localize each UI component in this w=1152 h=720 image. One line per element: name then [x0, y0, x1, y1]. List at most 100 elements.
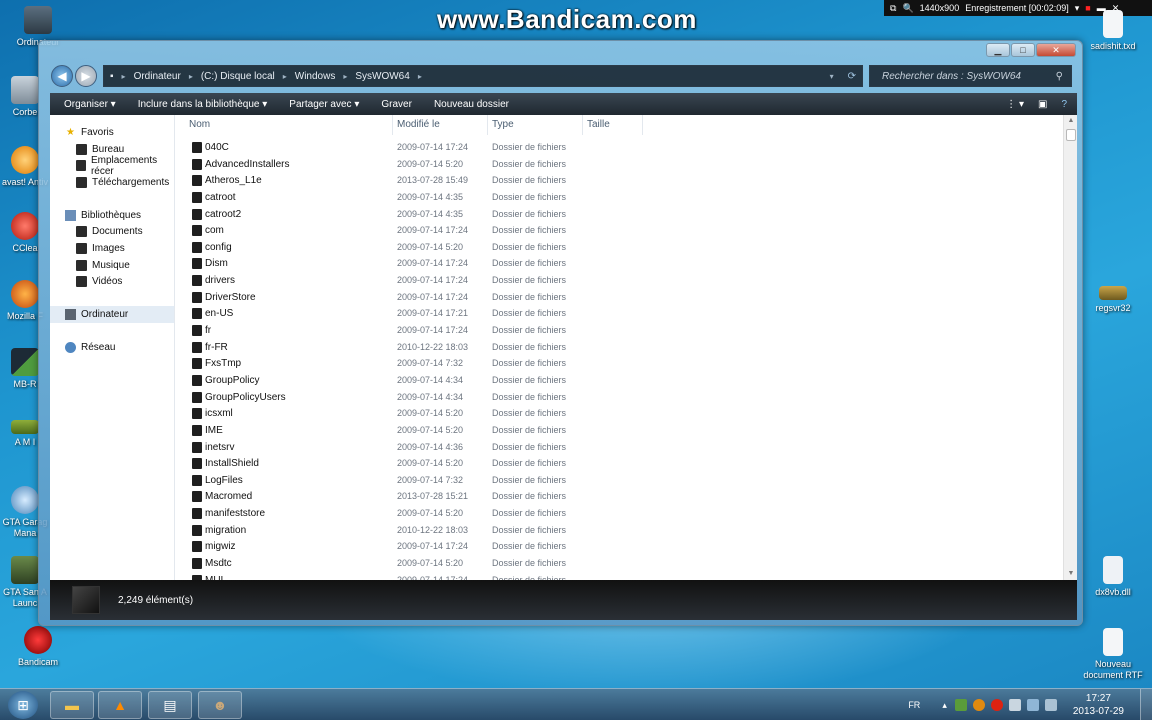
desktop-icon-sadishit[interactable]: sadishit.txd	[1078, 10, 1148, 52]
organize-button[interactable]: Organiser ▾	[64, 99, 116, 110]
address-bar[interactable]: ▪ ▸ Ordinateur ▸ (C:) Disque local ▸ Win…	[103, 65, 863, 87]
file-row[interactable]: Atheros_L1e 2013-07-28 15:49 Dossier de fi…	[175, 172, 1063, 189]
taskbar-explorer-button[interactable]: ▬	[50, 691, 94, 719]
share-button[interactable]: Partager avec ▾	[289, 99, 359, 110]
vertical-scrollbar[interactable]: ▲ ▼	[1063, 115, 1077, 580]
folder-icon	[76, 259, 87, 271]
include-library-button[interactable]: Inclure dans la bibliothèque ▾	[138, 99, 268, 110]
file-row[interactable]: GroupPolicy 2009-07-14 4:34 Dossier de fic…	[175, 372, 1063, 389]
history-dropdown-icon[interactable]: ▾	[830, 72, 834, 81]
taskbar-vlc-button[interactable]: ▲	[98, 691, 142, 719]
file-row[interactable]: fr-FR 2010-12-22 18:03 Dossier de fichiers	[175, 339, 1063, 356]
file-row[interactable]: 040C 2009-07-14 17:24 Dossier de fichiers	[175, 139, 1063, 156]
show-desktop-button[interactable]	[1140, 689, 1152, 720]
desktop-icon-bandicam[interactable]: Bandicam	[3, 626, 73, 668]
nav-music[interactable]: Musique	[50, 257, 174, 274]
desktop-icon-rtf[interactable]: Nouveau document RTF	[1078, 628, 1148, 681]
mb-icon	[11, 348, 39, 376]
column-modified[interactable]: Modifié le	[393, 115, 488, 135]
clock[interactable]: 17:27 2013-07-29	[1073, 692, 1124, 718]
file-row[interactable]: inetsrv 2009-07-14 4:36 Dossier de fichier…	[175, 439, 1063, 456]
file-row[interactable]: Macromed 2013-07-28 15:21 Dossier de fichi…	[175, 488, 1063, 505]
file-row[interactable]: fr 2009-07-14 17:24 Dossier de fichiers	[175, 322, 1063, 339]
file-row[interactable]: migwiz 2009-07-14 17:24 Dossier de fichier…	[175, 538, 1063, 555]
back-button[interactable]: ◀	[51, 65, 73, 87]
nav-images[interactable]: Images	[50, 240, 174, 257]
zoom-icon[interactable]: 🔍	[902, 3, 913, 14]
file-row[interactable]: Dism 2009-07-14 17:24 Dossier de fichiers	[175, 255, 1063, 272]
breadcrumb-windows[interactable]: Windows	[295, 71, 336, 82]
desktop-icon-regsvr32[interactable]: regsvr32	[1078, 286, 1148, 314]
folder-icon	[192, 408, 202, 420]
nav-favorites[interactable]: ★ Favoris	[50, 124, 174, 141]
scroll-up-icon[interactable]: ▲	[1064, 115, 1078, 127]
nav-network[interactable]: Réseau	[50, 339, 174, 356]
network-tray-icon[interactable]	[954, 699, 967, 711]
folder-large-icon	[72, 586, 100, 614]
breadcrumb-syswow64[interactable]: SysWOW64	[355, 71, 409, 82]
volume-tray-icon[interactable]	[1044, 699, 1057, 711]
nav-videos[interactable]: Vidéos	[50, 274, 174, 291]
file-name: LogFiles	[205, 474, 243, 486]
window-mode-icon[interactable]: ⧉	[890, 3, 896, 14]
column-name[interactable]: Nom	[175, 115, 393, 135]
file-date: 2010-12-22 18:03	[397, 524, 469, 535]
nav-computer[interactable]: Ordinateur	[50, 306, 174, 323]
close-button[interactable]: ✕	[1036, 43, 1076, 57]
nav-recent[interactable]: Emplacements récer	[50, 155, 174, 177]
show-hidden-icons[interactable]: ▴	[942, 700, 947, 711]
chevron-icon[interactable]: ▸	[283, 72, 287, 81]
file-row[interactable]: GroupPolicyUsers 2009-07-14 4:34 Dossier d…	[175, 389, 1063, 406]
minimize-button[interactable]: ▁	[986, 43, 1010, 57]
preview-pane-icon[interactable]: ▣	[1038, 99, 1047, 110]
antivirus-tray-icon[interactable]	[972, 699, 985, 711]
breadcrumb-computer[interactable]: Ordinateur	[134, 71, 181, 82]
file-row[interactable]: icsxml 2009-07-14 5:20 Dossier de fichiers	[175, 405, 1063, 422]
file-row[interactable]: manifeststore 2009-07-14 5:20 Dossier de f…	[175, 505, 1063, 522]
nav-libraries[interactable]: Bibliothèques	[50, 207, 174, 224]
file-row[interactable]: config 2009-07-14 5:20 Dossier de fichiers	[175, 239, 1063, 256]
breadcrumb-drive[interactable]: (C:) Disque local	[201, 71, 275, 82]
file-row[interactable]: AdvancedInstallers 2009-07-14 5:20 Dossier…	[175, 156, 1063, 173]
chevron-icon[interactable]: ▸	[189, 72, 193, 81]
bandicam-tray-icon[interactable]	[990, 699, 1003, 711]
folder-icon	[192, 191, 202, 203]
scrollbar-thumb[interactable]	[1066, 129, 1076, 141]
file-row[interactable]: FxsTmp 2009-07-14 7:32 Dossier de fichiers	[175, 355, 1063, 372]
nav-documents[interactable]: Documents	[50, 223, 174, 240]
start-button[interactable]: ⊞	[8, 691, 38, 719]
file-row[interactable]: Msdtc 2009-07-14 5:20 Dossier de fichiers	[175, 555, 1063, 572]
burn-button[interactable]: Graver	[381, 99, 412, 110]
flag-tray-icon[interactable]	[1008, 699, 1021, 711]
help-icon[interactable]: ?	[1061, 99, 1067, 110]
refresh-icon[interactable]: ⟳	[848, 71, 856, 82]
file-row[interactable]: com 2009-07-14 17:24 Dossier de fichiers	[175, 222, 1063, 239]
forward-button[interactable]: ▶	[75, 65, 97, 87]
file-row[interactable]: LogFiles 2009-07-14 7:32 Dossier de fichie…	[175, 472, 1063, 489]
file-row[interactable]: catroot 2009-07-14 4:35 Dossier de fichier…	[175, 189, 1063, 206]
chevron-icon[interactable]: ▸	[343, 72, 347, 81]
new-folder-button[interactable]: Nouveau dossier	[434, 99, 509, 110]
folder-icon	[192, 458, 202, 470]
taskbar-app-button[interactable]: ▤	[148, 691, 192, 719]
maximize-button[interactable]: □	[1011, 43, 1035, 57]
nav-downloads[interactable]: Téléchargements	[50, 174, 174, 191]
column-type[interactable]: Type	[488, 115, 583, 135]
file-row[interactable]: IME 2009-07-14 5:20 Dossier de fichiers	[175, 422, 1063, 439]
signal-tray-icon[interactable]	[1026, 699, 1039, 711]
search-input[interactable]: Rechercher dans : SysWOW64 ⚲	[869, 65, 1072, 87]
view-options-icon[interactable]: ⋮ ▾	[1006, 99, 1024, 110]
language-indicator[interactable]: FR	[908, 700, 920, 710]
desktop-icon-dx8vb[interactable]: dx8vb.dll	[1078, 556, 1148, 598]
file-row[interactable]: migration 2010-12-22 18:03 Dossier de fich…	[175, 522, 1063, 539]
column-size[interactable]: Taille	[583, 115, 643, 135]
file-row[interactable]: MUI 2009-07-14 17:24 Dossier de fichiers	[175, 572, 1063, 580]
file-row[interactable]: en-US 2009-07-14 17:21 Dossier de fichiers	[175, 305, 1063, 322]
scroll-down-icon[interactable]: ▼	[1064, 568, 1078, 580]
taskbar-game-button[interactable]: ☻	[198, 691, 242, 719]
file-row[interactable]: catroot2 2009-07-14 4:35 Dossier de fichie…	[175, 206, 1063, 223]
chevron-icon[interactable]: ▸	[418, 72, 422, 81]
file-row[interactable]: InstallShield 2009-07-14 5:20 Dossier de f…	[175, 455, 1063, 472]
file-row[interactable]: drivers 2009-07-14 17:24 Dossier de fichie…	[175, 272, 1063, 289]
file-row[interactable]: DriverStore 2009-07-14 17:24 Dossier de fi…	[175, 289, 1063, 306]
